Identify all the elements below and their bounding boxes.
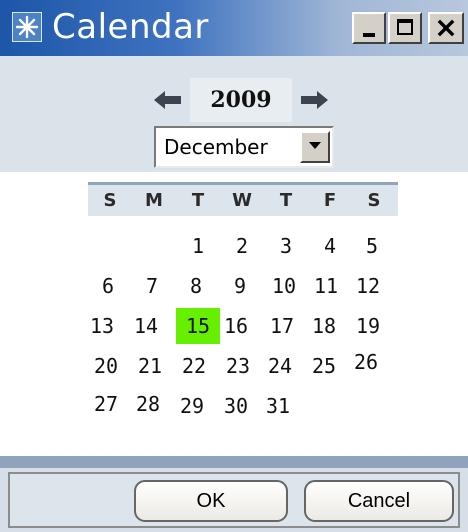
day-cell[interactable]: 17 xyxy=(260,308,304,344)
close-icon xyxy=(437,19,455,37)
calendar-app-icon xyxy=(12,12,42,42)
day-cell[interactable]: 28 xyxy=(126,386,170,422)
day-cell[interactable]: 16 xyxy=(214,308,258,344)
day-cell[interactable]: 12 xyxy=(346,268,390,304)
weekday-friday: F xyxy=(323,190,337,211)
day-cell[interactable]: 9 xyxy=(218,268,262,304)
year-display: 2009 xyxy=(190,78,292,122)
calendar-grid: S M T W T F S 1 2 3 4 5 6 7 8 9 10 11 12… xyxy=(0,172,468,456)
day-cell[interactable]: 29 xyxy=(170,388,214,424)
day-cell[interactable]: 22 xyxy=(172,348,216,384)
cancel-button[interactable]: Cancel xyxy=(304,480,454,522)
day-cell[interactable]: 18 xyxy=(302,308,346,344)
previous-year-button[interactable] xyxy=(146,80,190,120)
day-cell[interactable]: 24 xyxy=(258,348,302,384)
right-arrow-icon xyxy=(301,91,328,109)
day-cell[interactable]: 4 xyxy=(308,228,352,264)
day-cell[interactable]: 30 xyxy=(214,388,258,424)
weekday-saturday: S xyxy=(367,190,381,211)
weekday-thursday: T xyxy=(279,190,293,211)
day-cell[interactable]: 1 xyxy=(176,228,220,264)
year-navigator: 2009 xyxy=(146,78,336,122)
day-cell[interactable]: 26 xyxy=(344,344,388,380)
day-cell[interactable]: 27 xyxy=(84,386,128,422)
maximize-icon xyxy=(397,19,413,35)
day-cell[interactable]: 23 xyxy=(216,348,260,384)
footer-separator xyxy=(0,456,468,468)
day-cell[interactable]: 13 xyxy=(80,308,124,344)
day-cell[interactable]: 8 xyxy=(174,268,218,304)
day-cell[interactable]: 3 xyxy=(264,228,308,264)
day-cell[interactable]: 5 xyxy=(350,228,394,264)
year-label: 2009 xyxy=(210,87,272,113)
close-button[interactable] xyxy=(428,12,464,44)
day-cell[interactable]: 31 xyxy=(256,388,300,424)
weekday-sunday: S xyxy=(103,190,117,211)
day-cell[interactable]: 2 xyxy=(220,228,264,264)
calendar-window: Calendar 2009 December S M T W T F S 1 2… xyxy=(0,0,468,532)
month-selected-value: December xyxy=(164,135,268,159)
dropdown-button[interactable] xyxy=(300,131,330,163)
day-cell[interactable]: 21 xyxy=(128,348,172,384)
day-cell[interactable]: 11 xyxy=(304,268,348,304)
day-cell[interactable]: 14 xyxy=(124,308,168,344)
weekday-wednesday: W xyxy=(232,190,252,211)
day-cell[interactable]: 6 xyxy=(86,268,130,304)
weekday-header: S M T W T F S xyxy=(88,182,398,216)
left-arrow-icon xyxy=(154,91,181,109)
minimize-button[interactable] xyxy=(352,12,386,44)
day-cell[interactable]: 20 xyxy=(84,348,128,384)
day-cell[interactable]: 25 xyxy=(302,348,346,384)
triangle-down-icon xyxy=(309,142,321,149)
next-year-button[interactable] xyxy=(292,80,336,120)
day-cell[interactable]: 10 xyxy=(262,268,306,304)
date-navigation-panel: 2009 December xyxy=(0,56,468,172)
weekday-monday: M xyxy=(145,190,163,211)
maximize-button[interactable] xyxy=(388,12,422,44)
title-bar[interactable]: Calendar xyxy=(0,0,468,56)
ok-button[interactable]: OK xyxy=(134,480,288,522)
month-dropdown[interactable]: December xyxy=(154,126,334,168)
minimize-icon xyxy=(363,33,375,37)
weekday-tuesday: T xyxy=(191,190,205,211)
window-title: Calendar xyxy=(52,7,209,47)
day-cell[interactable]: 19 xyxy=(346,308,390,344)
dialog-footer: OK Cancel xyxy=(0,468,468,532)
day-cell[interactable]: 7 xyxy=(130,268,174,304)
